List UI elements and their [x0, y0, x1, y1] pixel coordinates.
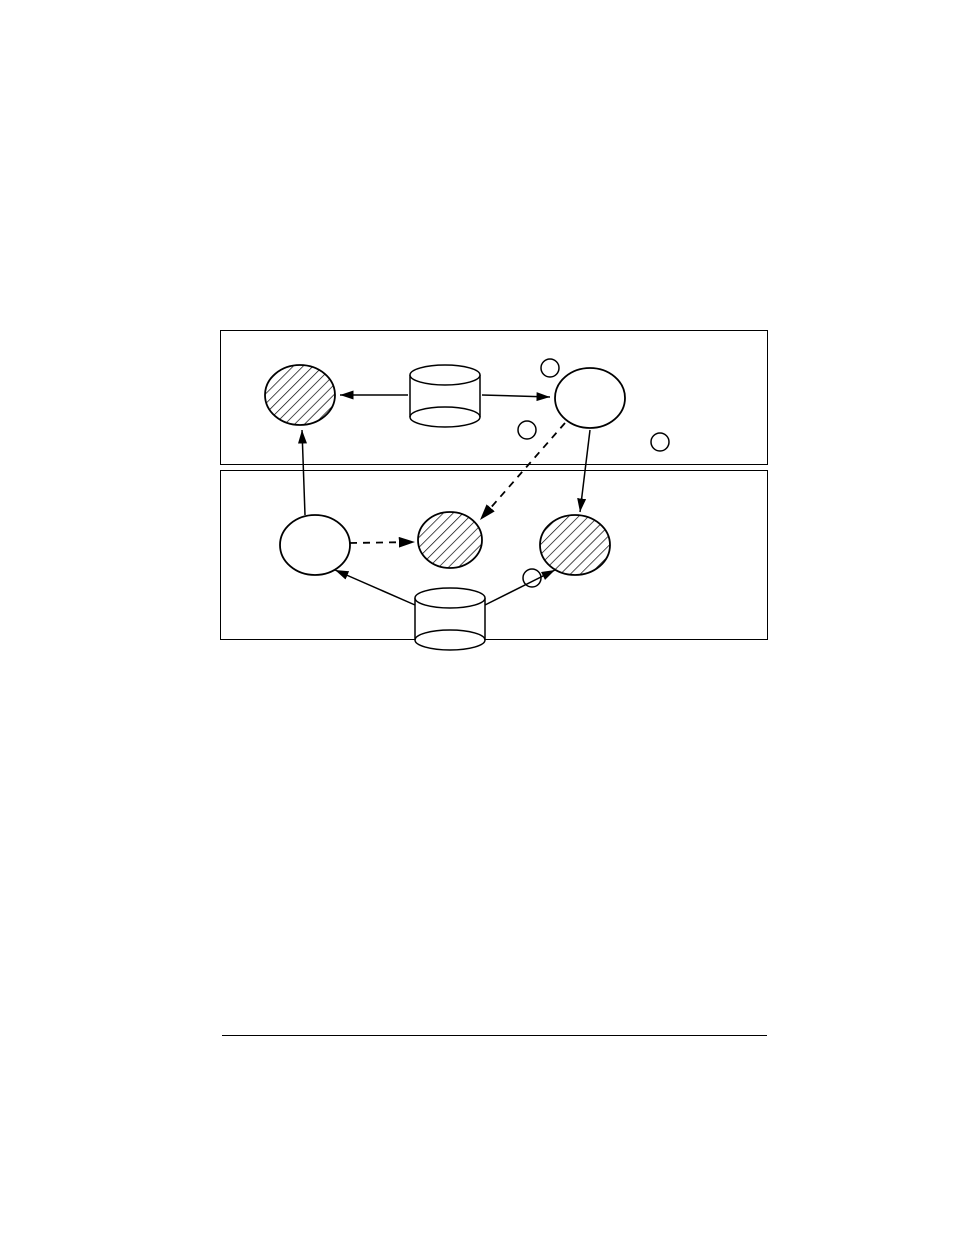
- top-cylinder: [410, 365, 480, 427]
- small-circle-2: [518, 421, 536, 439]
- bottom-right-node: [540, 515, 610, 575]
- arrow-bottom-cyl-to-left: [335, 570, 415, 605]
- arrow-bottom-cyl-to-right: [485, 570, 555, 605]
- top-right-node: [555, 368, 625, 428]
- arrow-top-cyl-to-right: [482, 395, 550, 397]
- top-left-node: [265, 365, 335, 425]
- arrow-bottom-left-to-top-left: [302, 430, 305, 515]
- horizontal-rule: [222, 1035, 767, 1036]
- bottom-left-node: [280, 515, 350, 575]
- small-circle-3: [651, 433, 669, 451]
- bottom-center-node: [418, 512, 482, 568]
- arrow-bottom-left-to-center-dashed: [350, 542, 415, 543]
- diagram-svg: [220, 330, 770, 670]
- system-diagram: [220, 330, 770, 670]
- bottom-cylinder: [415, 588, 485, 650]
- small-circle-1: [541, 359, 559, 377]
- arrow-top-right-to-bottom-right: [580, 430, 590, 512]
